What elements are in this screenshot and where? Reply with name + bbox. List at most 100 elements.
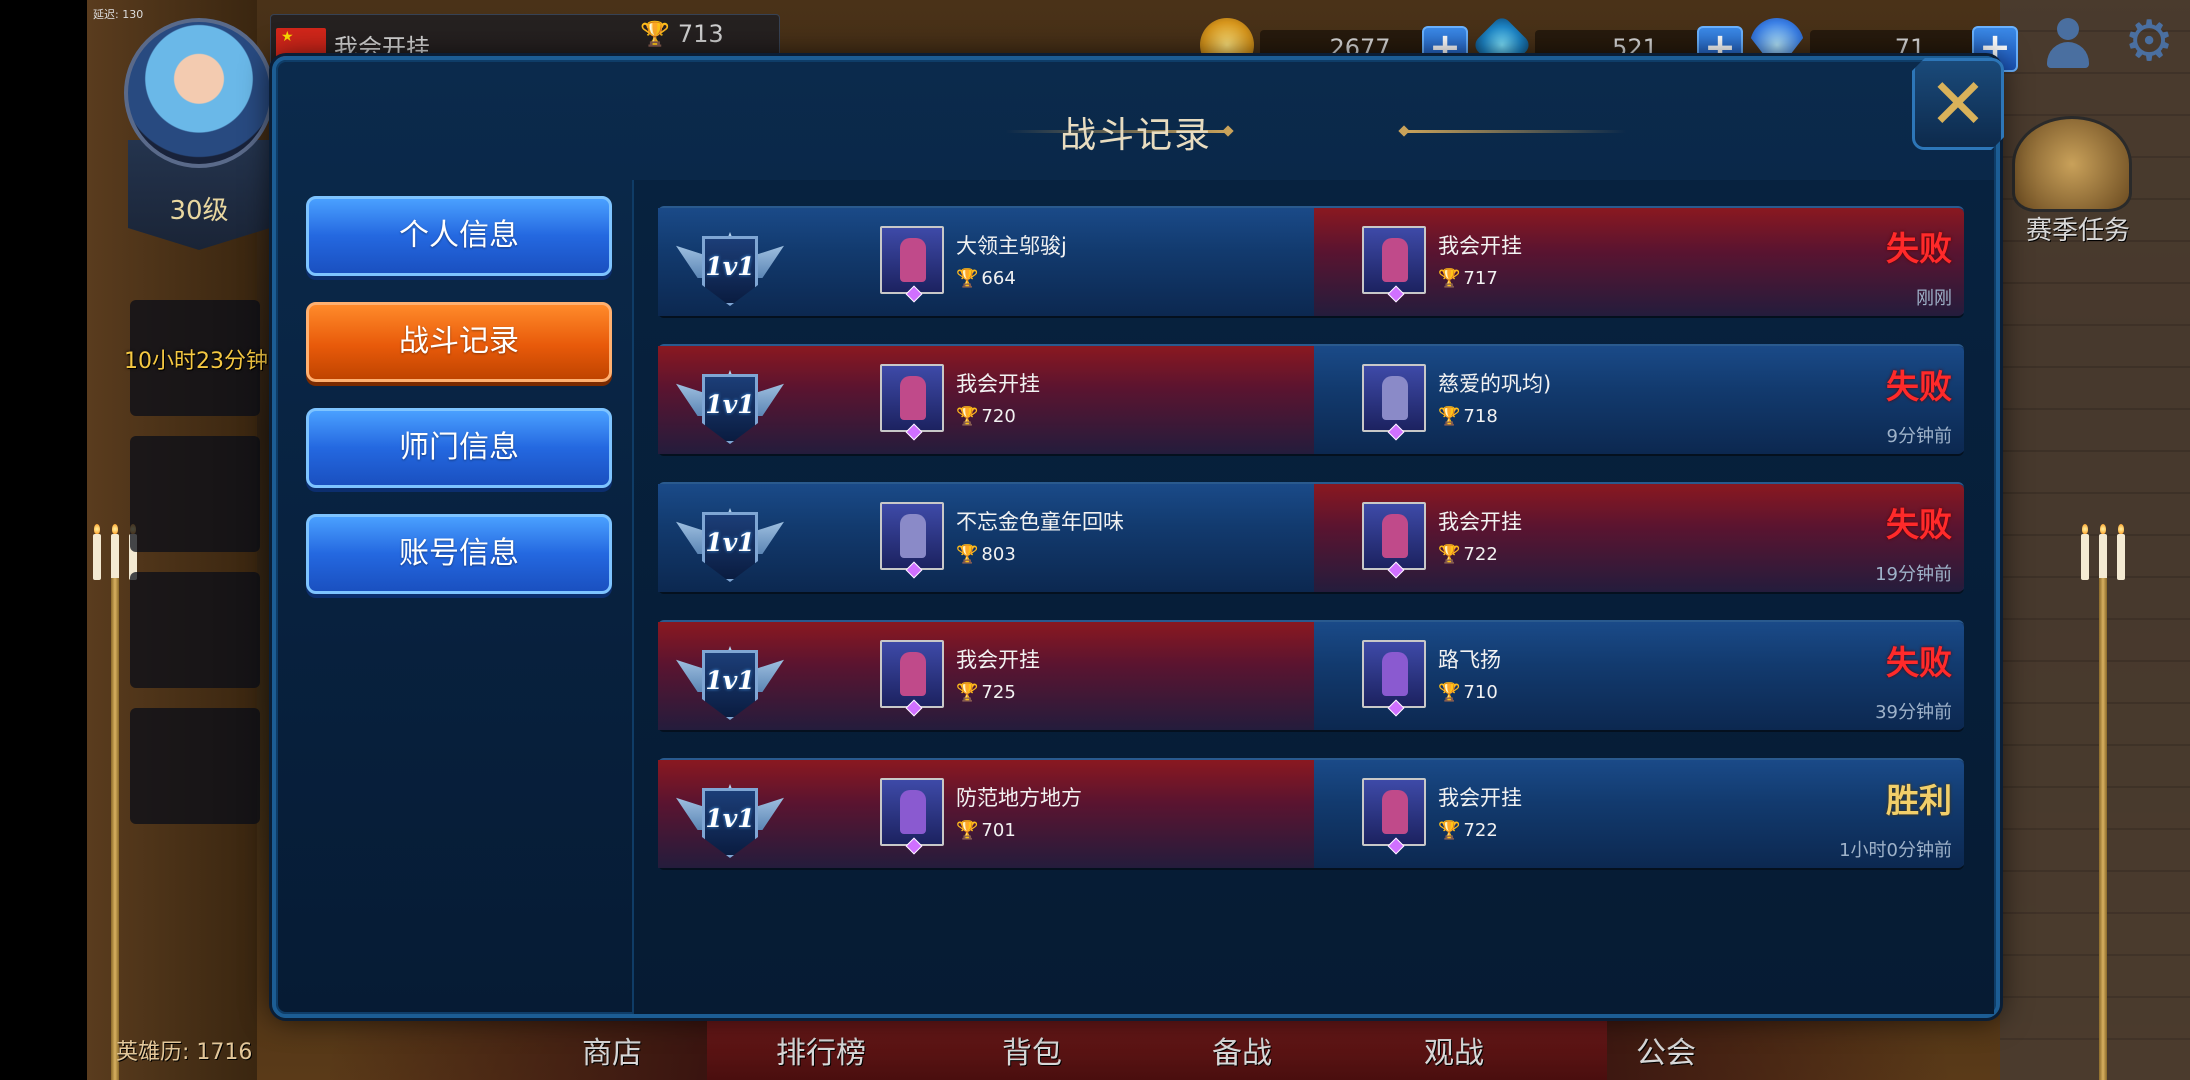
- mode-label: 1v1: [705, 666, 755, 695]
- mode-badge: 1v1: [676, 214, 784, 316]
- match-result: 失败: [1886, 367, 1952, 406]
- left-hero-portrait[interactable]: [880, 640, 944, 717]
- hero-history: 英雄历: 1716: [116, 1040, 253, 1065]
- player-trophies: 🏆 713: [640, 20, 724, 48]
- latency-readout: 延迟: 130: [93, 8, 144, 21]
- mode-badge: 1v1: [676, 628, 784, 730]
- mode-badge: 1v1: [676, 490, 784, 592]
- list-item[interactable]: 1v1 我会开挂 🏆 720 慈爱的巩均) 🏆 718 失败 9分钟前: [658, 344, 1964, 462]
- trophy-count: 720: [981, 406, 1016, 427]
- avatar[interactable]: [124, 18, 274, 168]
- trophy-icon: 🏆: [1438, 406, 1461, 427]
- left-player-trophies: 🏆 725: [956, 682, 1016, 703]
- trophy-icon: 🏆: [956, 544, 979, 565]
- hero-figure-icon: [900, 376, 926, 420]
- match-time: 刚刚: [1916, 288, 1952, 309]
- nav-spectate[interactable]: 观战: [1424, 1028, 1484, 1072]
- right-player-trophies: 🏆 718: [1438, 406, 1498, 427]
- hero-figure-icon: [900, 652, 926, 696]
- chest-slot[interactable]: [130, 708, 260, 824]
- nav-prepare[interactable]: 备战: [1212, 1028, 1272, 1072]
- tab-battle-record[interactable]: 战斗记录: [306, 302, 612, 382]
- mode-label: 1v1: [705, 390, 755, 419]
- trophy-icon: 🏆: [1438, 268, 1461, 289]
- match-time: 19分钟前: [1875, 564, 1952, 585]
- right-player-name: 我会开挂: [1438, 234, 1522, 258]
- list-item[interactable]: 1v1 防范地方地方 🏆 701 我会开挂 🏆 722 胜利 1小时0分钟前: [658, 758, 1964, 876]
- hero-figure-icon: [900, 238, 926, 282]
- close-button[interactable]: ✕: [1912, 58, 2004, 150]
- left-hero-portrait[interactable]: [880, 364, 944, 441]
- tab-personal-info[interactable]: 个人信息: [306, 196, 612, 276]
- trophy-icon: 🏆: [1438, 544, 1461, 565]
- left-hero-portrait[interactable]: [880, 502, 944, 579]
- dialog-title: 战斗记录: [1059, 115, 1212, 156]
- right-hero-portrait[interactable]: [1362, 502, 1426, 579]
- chest-slot[interactable]: [130, 572, 260, 688]
- match-time: 1小时0分钟前: [1839, 840, 1952, 861]
- hero-figure-icon: [1382, 514, 1408, 558]
- chest-timer: 10小时23分钟: [124, 349, 268, 374]
- right-player-name: 慈爱的巩均): [1438, 372, 1552, 396]
- list-item[interactable]: 1v1 不忘金色童年回味 🏆 803 我会开挂 🏆 722 失败 19分钟前: [658, 482, 1964, 600]
- season-task-icon[interactable]: [2012, 116, 2132, 212]
- left-player-name: 我会开挂: [956, 372, 1040, 396]
- right-hero-portrait[interactable]: [1362, 226, 1426, 303]
- left-player-name: 防范地方地方: [956, 786, 1082, 810]
- player-level: 30级: [169, 196, 229, 226]
- tab-mentor-info[interactable]: 师门信息: [306, 408, 612, 488]
- right-hero-portrait[interactable]: [1362, 364, 1426, 441]
- trophy-count: 718: [1463, 406, 1498, 427]
- trophy-count: 701: [981, 820, 1016, 841]
- tab-account-info[interactable]: 账号信息: [306, 514, 612, 594]
- left-hero-portrait[interactable]: [880, 226, 944, 303]
- hero-figure-icon: [1382, 376, 1408, 420]
- right-player-name: 我会开挂: [1438, 786, 1522, 810]
- candelabra-right: [2077, 520, 2129, 1080]
- trophy-count: 722: [1463, 544, 1498, 565]
- mode-label: 1v1: [705, 804, 755, 833]
- left-hero-portrait[interactable]: [880, 778, 944, 855]
- left-player-name: 大领主邬骏j: [956, 234, 1067, 258]
- profile-icon[interactable]: [2045, 18, 2091, 70]
- close-icon: ✕: [1928, 63, 1988, 145]
- right-hero-portrait[interactable]: [1362, 640, 1426, 717]
- right-player-trophies: 🏆 710: [1438, 682, 1498, 703]
- mode-label: 1v1: [705, 528, 755, 557]
- list-item[interactable]: 1v1 我会开挂 🏆 725 路飞扬 🏆 710 失败 39分钟前: [658, 620, 1964, 738]
- gear-icon[interactable]: ⚙: [2124, 14, 2174, 70]
- right-player-name: 我会开挂: [1438, 510, 1522, 534]
- match-time: 9分钟前: [1886, 426, 1952, 447]
- mode-badge: 1v1: [676, 766, 784, 868]
- chest-slot[interactable]: [130, 436, 260, 552]
- left-player-name: 不忘金色童年回味: [956, 510, 1124, 534]
- trophy-count: 722: [1463, 820, 1498, 841]
- match-result: 失败: [1886, 505, 1952, 544]
- right-hero-portrait[interactable]: [1362, 778, 1426, 855]
- list-item[interactable]: 1v1 大领主邬骏j 🏆 664 我会开挂 🏆 717 失败 刚刚: [658, 206, 1964, 324]
- nav-backpack[interactable]: 背包: [1002, 1028, 1062, 1072]
- trophy-count: 717: [1463, 268, 1498, 289]
- mode-badge: 1v1: [676, 352, 784, 454]
- trophy-count: 725: [981, 682, 1016, 703]
- left-player-trophies: 🏆 701: [956, 820, 1016, 841]
- nav-shop[interactable]: 商店: [582, 1028, 642, 1072]
- trophy-icon: 🏆: [640, 20, 670, 48]
- trophy-icon: 🏆: [1438, 682, 1461, 703]
- left-player-name: 我会开挂: [956, 648, 1040, 672]
- trophy-icon: 🏆: [956, 820, 979, 841]
- left-player-trophies: 🏆 803: [956, 544, 1016, 565]
- right-player-trophies: 🏆 722: [1438, 820, 1498, 841]
- right-player-trophies: 🏆 722: [1438, 544, 1498, 565]
- season-task-label[interactable]: 赛季任务: [2026, 210, 2130, 247]
- trophy-icon: 🏆: [956, 682, 979, 703]
- match-result: 失败: [1886, 229, 1952, 268]
- nav-guild[interactable]: 公会: [1636, 1028, 1696, 1072]
- nav-leaderboard[interactable]: 排行榜: [776, 1028, 866, 1072]
- right-player-name: 路飞扬: [1438, 648, 1501, 672]
- trophy-count: 713: [677, 20, 724, 48]
- trophy-count: 710: [1463, 682, 1498, 703]
- match-result: 失败: [1886, 643, 1952, 682]
- hero-figure-icon: [1382, 238, 1408, 282]
- mode-label: 1v1: [705, 252, 755, 281]
